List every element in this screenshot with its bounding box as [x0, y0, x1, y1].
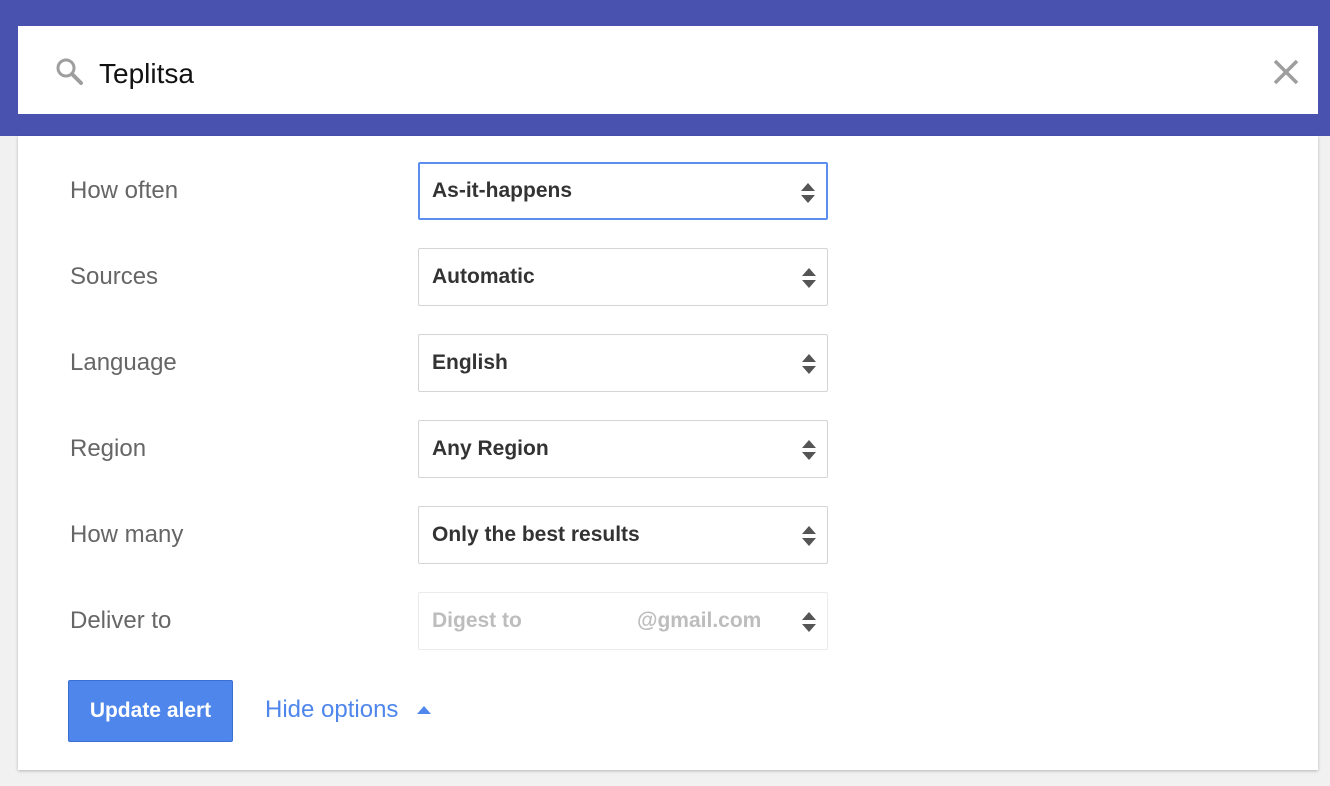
language-select[interactable]: English: [418, 334, 828, 392]
search-icon: [56, 58, 83, 85]
search-query-input[interactable]: Teplitsa: [99, 56, 194, 92]
select-arrows-icon: [802, 440, 816, 460]
select-arrows-icon: [802, 612, 816, 632]
region-label: Region: [70, 435, 147, 462]
how-often-select[interactable]: As-it-happens: [418, 162, 828, 220]
sources-select[interactable]: Automatic: [418, 248, 828, 306]
sources-label: Sources: [70, 263, 159, 290]
how-often-label: How often: [70, 177, 179, 204]
deliver-to-label: Deliver to: [70, 607, 172, 634]
search-box[interactable]: [18, 26, 1318, 114]
select-arrows-icon: [802, 354, 816, 374]
language-label: Language: [70, 349, 177, 376]
region-value: Any Region: [432, 437, 549, 460]
region-select[interactable]: Any Region: [418, 420, 828, 478]
how-many-value: Only the best results: [432, 523, 640, 546]
how-many-label: How many: [70, 521, 184, 548]
how-often-value: As-it-happens: [432, 179, 573, 202]
close-icon[interactable]: [1270, 56, 1302, 88]
sources-value: Automatic: [432, 265, 535, 288]
deliver-to-email-domain: @gmail.com: [637, 609, 762, 632]
deliver-to-select[interactable]: Digest to @gmail.com: [418, 592, 828, 650]
update-alert-button[interactable]: Update alert: [68, 680, 233, 742]
select-arrows-icon: [802, 268, 816, 288]
hide-options-link[interactable]: Hide options: [265, 694, 398, 726]
deliver-to-prefix: Digest to: [432, 609, 522, 632]
select-arrows-icon: [802, 526, 816, 546]
language-value: English: [432, 351, 508, 374]
how-many-select[interactable]: Only the best results: [418, 506, 828, 564]
select-arrows-icon: [801, 183, 815, 203]
caret-up-icon[interactable]: [416, 705, 432, 715]
